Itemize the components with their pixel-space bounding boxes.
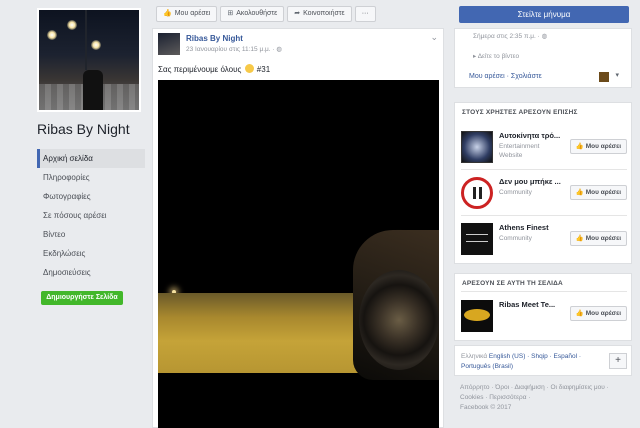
send-message-button[interactable]: Στείλτε μήνυμα <box>459 6 629 23</box>
page-thumbnail[interactable] <box>461 300 493 332</box>
current-language: Ελληνικά <box>461 353 488 360</box>
divider <box>461 215 627 216</box>
nav-item-photos[interactable]: Φωτογραφίες <box>37 187 145 206</box>
thumbs-up-icon: 👍 <box>575 143 584 150</box>
like-label: Μου αρέσει <box>585 310 621 317</box>
nav-item-videos[interactable]: Βίντεο <box>37 225 145 244</box>
suggested-page-category: Community <box>499 235 532 242</box>
page-thumbnail[interactable] <box>461 131 493 163</box>
car-wheel <box>359 270 439 370</box>
street-light <box>67 20 77 30</box>
street-light <box>47 30 57 40</box>
divider <box>461 169 627 170</box>
recent-post-time-text: Σήμερα στις 2:35 π.μ. · <box>473 33 542 40</box>
like-label: Μου αρέσει <box>585 189 621 196</box>
recent-comment-link[interactable]: Σχολιάστε <box>511 73 542 80</box>
recent-post-actions: Μου αρέσει · Σχολιάστε <box>469 73 542 80</box>
post-hashtag[interactable]: #31 <box>257 65 270 74</box>
follow-label: Ακολουθήστε <box>236 10 278 17</box>
suggested-page-item: Αυτοκίνητα τρό... Entertainment Website … <box>461 131 629 167</box>
language-card: Ελληνικά English (US) · Shqip · Español … <box>454 345 632 376</box>
footer-copyright: Facebook © 2017 <box>460 404 512 411</box>
liked-page-name[interactable]: Ribas Meet Te... <box>499 300 555 309</box>
person-silhouette <box>83 70 103 110</box>
liked-by-page-heading: ΑΡΕΣΟΥΝ ΣΕ ΑΥΤΗ ΤΗ ΣΕΛΙΔΑ <box>462 280 563 287</box>
create-page-button[interactable]: Δημιουργήστε Σελίδα <box>41 291 123 305</box>
nav-item-events[interactable]: Εκδηλώσεις <box>37 244 145 263</box>
recent-post-time: Σήμερα στις 2:35 π.μ. · ◍ <box>473 32 547 40</box>
post-timestamp[interactable]: 23 Ιανουαρίου στις 11:15 μ.μ. · ◍ <box>186 45 282 53</box>
recent-like-link[interactable]: Μου αρέσει <box>469 73 505 80</box>
like-label: Μου αρέσει <box>174 10 211 17</box>
left-column: Ribas By Night Αρχική σελίδα Πληροφορίες… <box>0 0 150 428</box>
footer-links[interactable]: Απόρρητο · Όροι · Διαφήμιση · Οι διαφημί… <box>460 383 630 403</box>
like-page-button[interactable]: 👍 Μου αρέσει <box>569 139 627 154</box>
like-label: Μου αρέσει <box>585 143 621 150</box>
more-button[interactable]: ··· <box>354 6 376 22</box>
share-icon: ➦ <box>294 10 301 17</box>
post-text: Σας περιμένουμε όλους #31 <box>158 64 270 74</box>
lamp-pole <box>85 10 87 70</box>
globe-icon: ◍ <box>276 46 282 53</box>
page-thumbnail[interactable] <box>461 177 493 209</box>
post-text-main: Σας περιμένουμε όλους <box>158 65 242 74</box>
like-label: Μου αρέσει <box>585 235 621 242</box>
post-card: Ribas By Night 23 Ιανουαρίου στις 11:15 … <box>152 28 444 428</box>
page-action-bar: 👍 Μου αρέσει ⊞ Ακολουθήστε ➦ Κοινοποιήστ… <box>156 6 442 24</box>
nav-item-likes[interactable]: Σε πόσους αρέσει <box>37 206 145 225</box>
post-time-text: 23 Ιανουαρίου στις 11:15 μ.μ. · <box>186 46 277 53</box>
share-button[interactable]: ➦ Κοινοποιήστε <box>287 6 352 22</box>
page-thumbnail[interactable] <box>461 223 493 255</box>
suggested-page-name[interactable]: Δεν μου μπήκε ... <box>499 177 561 186</box>
thumbs-up-icon: 👍 <box>575 310 584 317</box>
page-avatar-small[interactable] <box>599 72 609 82</box>
suggested-page-item: Athens Finest Community 👍 Μου αρέσει <box>461 223 629 259</box>
thumbs-up-icon: 👍 <box>575 235 584 242</box>
like-page-button[interactable]: 👍 Μου αρέσει <box>156 6 218 22</box>
thumbs-up-icon: 👍 <box>575 189 584 196</box>
like-page-button[interactable]: 👍 Μου αρέσει <box>569 306 627 321</box>
language-list: Ελληνικά English (US) · Shqip · Español … <box>461 352 609 372</box>
post-photo[interactable] <box>158 80 439 428</box>
nav-item-about[interactable]: Πληροφορίες <box>37 168 145 187</box>
liked-by-page-card: ΑΡΕΣΟΥΝ ΣΕ ΑΥΤΗ ΤΗ ΣΕΛΙΔΑ Ribas Meet Te.… <box>454 273 632 341</box>
more-languages-button[interactable]: + <box>609 353 627 369</box>
suggested-page-category: Community <box>499 189 532 196</box>
liked-page-item: Ribas Meet Te... 👍 Μου αρέσει <box>461 300 629 336</box>
chevron-down-icon[interactable]: ⌄ <box>430 32 438 43</box>
watch-video-label: Δείτε το βίντεο <box>477 53 520 60</box>
street-light <box>91 40 101 50</box>
follow-button[interactable]: ⊞ Ακολουθήστε <box>220 6 285 22</box>
suggested-page-item: Δεν μου μπήκε ... Community 👍 Μου αρέσει <box>461 177 629 213</box>
profile-picture[interactable] <box>37 8 141 112</box>
suggested-pages-heading: ΣΤΟΥΣ ΧΡΗΣΤΕΣ ΑΡΕΣΟΥΝ ΕΠΙΣΗΣ <box>462 109 578 116</box>
thumbs-up-icon: 👍 <box>163 10 172 17</box>
page-title[interactable]: Ribas By Night <box>37 121 130 137</box>
suggested-page-name[interactable]: Athens Finest <box>499 223 549 232</box>
watch-video-link[interactable]: ▸ Δείτε το βίντεο <box>473 52 519 60</box>
recent-post-card: Σήμερα στις 2:35 π.μ. · ◍ ▸ Δείτε το βίν… <box>454 28 632 88</box>
left-nav: Αρχική σελίδα Πληροφορίες Φωτογραφίες Σε… <box>37 149 145 282</box>
suggested-pages-card: ΣΤΟΥΣ ΧΡΗΣΤΕΣ ΑΡΕΣΟΥΝ ΕΠΙΣΗΣ Αυτοκίνητα … <box>454 102 632 264</box>
nav-item-home[interactable]: Αρχική σελίδα <box>37 149 145 168</box>
footer: Απόρρητο · Όροι · Διαφήμιση · Οι διαφημί… <box>460 383 630 413</box>
like-page-button[interactable]: 👍 Μου αρέσει <box>569 231 627 246</box>
suggested-page-category: Entertainment Website <box>499 143 540 159</box>
h-logo-icon <box>473 187 482 199</box>
dark-foreground <box>158 373 439 428</box>
caret-down-icon[interactable]: ▾ <box>615 71 619 79</box>
smile-emoji-icon <box>244 64 254 73</box>
globe-icon: ◍ <box>541 33 548 40</box>
nav-item-posts[interactable]: Δημοσιεύσεις <box>37 263 145 282</box>
divider <box>461 291 627 292</box>
post-author[interactable]: Ribas By Night <box>186 34 243 43</box>
post-author-avatar[interactable] <box>158 33 180 55</box>
script-logo-icon <box>466 234 488 242</box>
share-label: Κοινοποιήστε <box>303 10 345 17</box>
rss-icon: ⊞ <box>227 10 234 17</box>
suggested-page-name[interactable]: Αυτοκίνητα τρό... <box>499 131 560 140</box>
ribas-logo-icon <box>464 309 490 321</box>
like-page-button[interactable]: 👍 Μου αρέσει <box>569 185 627 200</box>
